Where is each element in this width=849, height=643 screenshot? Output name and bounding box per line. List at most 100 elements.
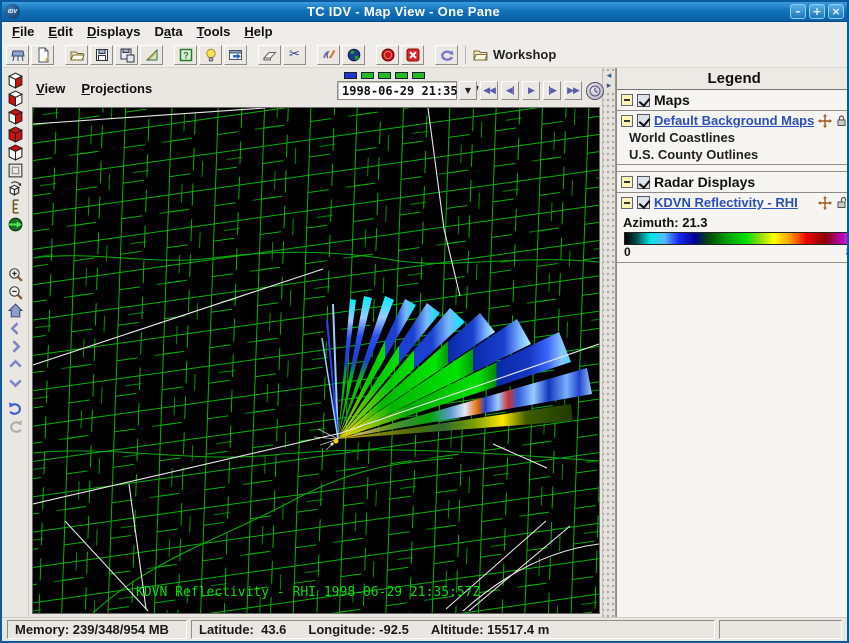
drawing-control-button[interactable] bbox=[317, 45, 340, 65]
perspective-side-button[interactable] bbox=[6, 89, 25, 107]
cube-corner-icon bbox=[7, 144, 24, 161]
save-bundle-button[interactable] bbox=[90, 45, 113, 65]
title-bar[interactable]: IDV TC IDV - Map View - One Pane – + × bbox=[2, 2, 847, 22]
support-form-button[interactable] bbox=[435, 45, 458, 65]
close-button[interactable]: × bbox=[828, 4, 844, 19]
globe-projection-button[interactable] bbox=[342, 45, 365, 65]
time-step-1[interactable] bbox=[344, 72, 357, 79]
open-bundle-button[interactable] bbox=[65, 45, 88, 65]
save-as-button[interactable] bbox=[115, 45, 138, 65]
time-step-5[interactable] bbox=[412, 72, 425, 79]
maps-section-label: Maps bbox=[654, 92, 690, 108]
clock-icon bbox=[589, 85, 601, 97]
collapse-maps-item-button[interactable] bbox=[621, 115, 633, 127]
pan-down-button[interactable] bbox=[6, 373, 25, 391]
display-window-button[interactable] bbox=[224, 45, 247, 65]
radar-visibility-checkbox[interactable] bbox=[637, 176, 650, 189]
redo-button[interactable] bbox=[6, 417, 25, 435]
perspective-front-button[interactable] bbox=[6, 107, 25, 125]
new-display-window-button[interactable] bbox=[31, 45, 54, 65]
collapse-maps-button[interactable] bbox=[621, 94, 633, 106]
window-arrow-icon bbox=[228, 47, 244, 63]
data-chooser-button[interactable]: ? bbox=[174, 45, 197, 65]
new-page-icon bbox=[35, 47, 51, 63]
maps-visibility-checkbox[interactable] bbox=[637, 94, 650, 107]
default-background-maps-link[interactable]: Default Background Maps bbox=[654, 113, 814, 128]
maps-item-checkbox[interactable] bbox=[637, 114, 650, 127]
collapse-radar-button[interactable] bbox=[621, 176, 633, 188]
view-menu-bar: View Projections bbox=[36, 81, 152, 96]
map-display: KDVN Reflectivity - RHI 1998-06-29 21:35… bbox=[33, 108, 599, 613]
lock-open-icon[interactable] bbox=[836, 196, 847, 209]
kdvn-reflectivity-link[interactable]: KDVN Reflectivity - RHI bbox=[654, 195, 814, 210]
time-step-3[interactable] bbox=[378, 72, 391, 79]
play-button[interactable]: ▶ bbox=[522, 81, 540, 100]
radar-section-header: Radar Displays bbox=[617, 171, 849, 193]
menu-tools[interactable]: Tools bbox=[192, 23, 240, 41]
time-step-4[interactable] bbox=[395, 72, 408, 79]
publish-button[interactable] bbox=[140, 45, 163, 65]
maximize-button[interactable]: + bbox=[809, 4, 825, 19]
menu-view[interactable]: View bbox=[36, 81, 65, 96]
main-toolbar: ? ✂ Workshop bbox=[2, 42, 847, 68]
collapse-left-icon[interactable]: ◂ bbox=[603, 71, 615, 81]
time-step-2[interactable] bbox=[361, 72, 374, 79]
floppy-disk-icon bbox=[94, 47, 110, 63]
cancel-loads-button[interactable] bbox=[376, 45, 399, 65]
radar-item-row: KDVN Reflectivity - RHI bbox=[617, 193, 849, 212]
perspective-top-button[interactable] bbox=[6, 71, 25, 89]
pencil-stroke-icon bbox=[321, 47, 337, 63]
pan-left-button[interactable] bbox=[6, 319, 25, 337]
go-to-first-button[interactable]: ◀◀ bbox=[480, 81, 498, 100]
undo-button[interactable] bbox=[6, 399, 25, 417]
remove-data-button[interactable]: ✂ bbox=[283, 45, 306, 65]
go-to-last-button[interactable]: ▶▶ bbox=[564, 81, 582, 100]
rotate-view-button[interactable] bbox=[6, 179, 25, 197]
animation-properties-button[interactable] bbox=[586, 82, 604, 100]
cube-solid-icon bbox=[7, 126, 24, 143]
step-back-button[interactable]: ◀| bbox=[501, 81, 519, 100]
pan-right-button[interactable] bbox=[6, 337, 25, 355]
home-view-button[interactable] bbox=[6, 301, 25, 319]
workshop-item[interactable]: Workshop bbox=[473, 47, 556, 62]
exit-button[interactable] bbox=[401, 45, 424, 65]
menu-projections[interactable]: Projections bbox=[81, 81, 152, 96]
us-county-outlines-label[interactable]: U.S. County Outlines bbox=[617, 147, 849, 164]
select-region-button[interactable] bbox=[6, 161, 25, 179]
auto-rotate-button[interactable] bbox=[6, 215, 25, 233]
message-status bbox=[719, 620, 842, 639]
step-forward-button[interactable]: |▶ bbox=[543, 81, 561, 100]
zoom-out-button[interactable] bbox=[6, 283, 25, 301]
reflectivity-colorbar[interactable] bbox=[624, 232, 849, 245]
menu-data[interactable]: Data bbox=[149, 23, 191, 41]
remove-displays-button[interactable] bbox=[258, 45, 281, 65]
colorbar-min-label: 0 bbox=[624, 245, 631, 259]
time-dropdown-button[interactable]: ▼ bbox=[459, 81, 477, 100]
move-display-icon[interactable] bbox=[818, 196, 832, 210]
legend-title: Legend bbox=[621, 70, 847, 87]
perspective-all-button[interactable] bbox=[6, 125, 25, 143]
perspective-corner-button[interactable] bbox=[6, 143, 25, 161]
status-bar: Memory: 239/348/954 MB Latitude: 43.6 Lo… bbox=[2, 617, 847, 641]
azimuth-readout: Azimuth: 21.3 bbox=[617, 212, 849, 231]
collapse-radar-item-button[interactable] bbox=[621, 197, 633, 209]
menu-edit[interactable]: Edit bbox=[43, 23, 82, 41]
menu-displays[interactable]: Displays bbox=[82, 23, 149, 41]
drafting-triangle-icon bbox=[144, 47, 160, 63]
panel-splitter[interactable]: ◂ ▸ bbox=[602, 68, 616, 617]
time-value-field[interactable]: 1998-06-29 21:35:57Z bbox=[337, 81, 457, 100]
lock-closed-icon[interactable] bbox=[836, 114, 847, 127]
collapse-right-icon[interactable]: ▸ bbox=[603, 81, 615, 91]
field-selector-button[interactable] bbox=[199, 45, 222, 65]
vertical-scale-button[interactable] bbox=[6, 197, 25, 215]
pan-up-button[interactable] bbox=[6, 355, 25, 373]
show-dashboard-button[interactable] bbox=[6, 45, 29, 65]
world-coastlines-label[interactable]: World Coastlines bbox=[617, 130, 849, 147]
map-canvas[interactable]: KDVN Reflectivity - RHI 1998-06-29 21:35… bbox=[32, 107, 600, 614]
menu-help[interactable]: Help bbox=[239, 23, 281, 41]
zoom-in-button[interactable] bbox=[6, 265, 25, 283]
radar-item-checkbox[interactable] bbox=[637, 196, 650, 209]
minimize-button[interactable]: – bbox=[790, 4, 806, 19]
move-display-icon[interactable] bbox=[818, 114, 832, 128]
menu-file[interactable]: File bbox=[7, 23, 43, 41]
